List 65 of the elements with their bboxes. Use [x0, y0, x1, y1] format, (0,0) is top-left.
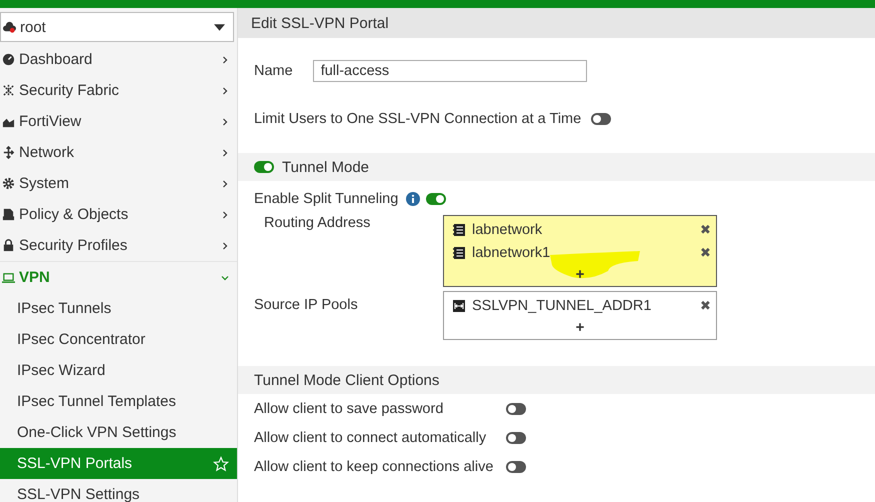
entry-name: labnetwork — [472, 222, 544, 238]
nav-subitem[interactable]: SSL-VPN Settings — [0, 479, 237, 502]
nav-item[interactable]: Dashboard — [0, 44, 237, 75]
add-button[interactable]: + — [576, 318, 584, 336]
lock-icon — [2, 239, 15, 252]
arrows-icon — [2, 146, 15, 159]
nav-item[interactable]: Security Fabric — [0, 75, 237, 106]
chevron-icon — [221, 242, 229, 250]
range-icon — [452, 298, 466, 312]
chevron-icon — [221, 118, 229, 126]
entry-name: SSLVPN_TUNNEL_ADDR1 — [472, 298, 652, 314]
info-icon[interactable] — [406, 192, 420, 206]
address-book-icon — [452, 246, 466, 260]
toggle-switch[interactable] — [506, 460, 526, 472]
option-label: Enable Split Tunneling — [254, 191, 398, 207]
laptop-icon — [2, 271, 15, 284]
section-title: Tunnel Mode Client Options — [238, 366, 875, 394]
star-icon[interactable] — [213, 456, 229, 472]
remove-button[interactable]: ✖ — [700, 245, 711, 260]
chevron-icon — [221, 56, 229, 64]
field-label: Routing Address — [263, 215, 372, 231]
nav-subitem[interactable]: IPsec Tunnel Templates — [0, 386, 237, 417]
nav-item[interactable]: Policy & Objects — [0, 199, 237, 230]
caret-icon — [214, 24, 225, 30]
nav-subitem[interactable]: SSL-VPN Portals — [0, 448, 237, 479]
address-list-field[interactable]: SSLVPN_TUNNEL_ADDR1 ✖ + — [443, 291, 717, 340]
chevron-icon — [221, 180, 229, 188]
chevron-icon — [221, 274, 229, 282]
nav-subitem[interactable]: IPsec Tunnels — [0, 293, 237, 324]
add-button[interactable]: + — [576, 266, 584, 282]
chevron-icon — [221, 210, 229, 218]
nav-subitem[interactable]: One-Click VPN Settings — [0, 417, 237, 448]
toggle-switch[interactable] — [254, 161, 274, 173]
entry-name: labnetwork1 — [472, 244, 552, 260]
nav-subitem[interactable]: IPsec Wizard — [0, 355, 237, 386]
name-field[interactable]: full-access — [312, 60, 587, 82]
toggle-switch[interactable] — [506, 402, 526, 414]
toggle-switch[interactable] — [506, 432, 526, 444]
address-book-icon — [452, 222, 466, 236]
address-list-field[interactable]: labnetwork ✖ labnetwork1 ✖ + — [443, 215, 717, 287]
nav-subitem[interactable]: IPsec Concentrator — [0, 324, 237, 355]
document-icon — [2, 208, 15, 221]
cloud-icon — [3, 20, 16, 34]
nav-item[interactable]: VPN — [0, 261, 237, 293]
fabric-icon — [2, 84, 15, 97]
remove-button[interactable]: ✖ — [700, 222, 711, 237]
chevron-icon — [221, 148, 229, 156]
remove-button[interactable]: ✖ — [700, 298, 711, 313]
nav-item[interactable]: System — [0, 168, 237, 199]
option-label: Allow client to connect automatically — [254, 430, 488, 446]
toggle-switch[interactable] — [426, 193, 446, 205]
field-label: Source IP Pools — [253, 296, 359, 313]
nav-item[interactable]: Network — [0, 137, 237, 168]
vdom-value: root — [20, 18, 47, 36]
option-label: Allow client to save password — [254, 400, 444, 416]
panel-title: Edit SSL-VPN Portal — [238, 8, 875, 38]
nav-item[interactable]: Security Profiles — [0, 230, 237, 261]
section-title: Tunnel Mode — [282, 158, 369, 176]
option-label: Limit Users to One SSL-VPN Connection at a Time — [254, 111, 582, 127]
option-label: Allow client to keep connections alive — [254, 458, 494, 474]
chevron-icon — [221, 86, 229, 94]
nav-item[interactable]: FortiView — [0, 106, 237, 137]
field-label: Name — [254, 63, 293, 79]
toggle-switch[interactable] — [591, 113, 612, 125]
vdom-select[interactable]: root — [0, 12, 234, 42]
